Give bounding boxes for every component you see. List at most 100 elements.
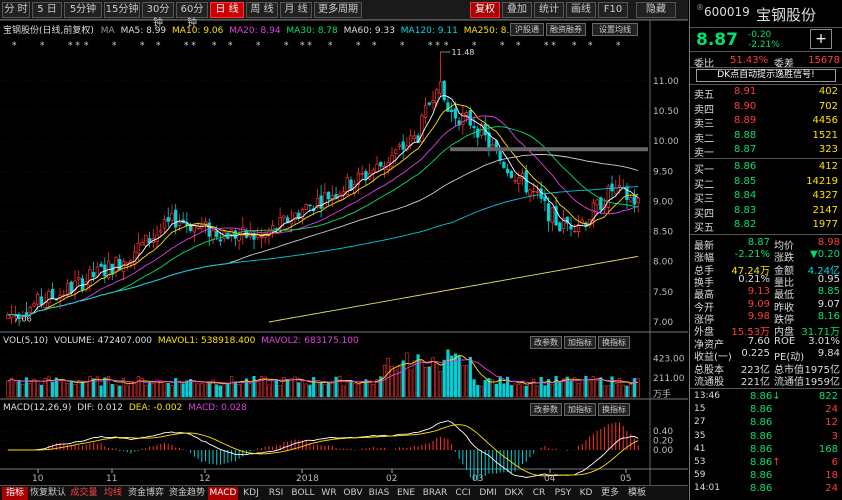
stock-code: 600019 (704, 5, 750, 19)
volume-bar (13, 381, 17, 398)
volume-bar (334, 376, 338, 398)
indicator-tab[interactable]: RSI (264, 487, 288, 500)
volume-bar (606, 385, 610, 398)
indicator-tab[interactable]: 更多 (597, 487, 623, 500)
candle-body (558, 222, 562, 232)
stats-button[interactable]: 统计 (534, 2, 564, 18)
indicator-tab[interactable]: OBV (341, 487, 365, 500)
date-tick-label: 05 (620, 474, 631, 484)
indicator-tab[interactable]: MACD (208, 487, 238, 500)
macd-name: MACD(12,26,9) (3, 403, 72, 413)
tick-time: 15 (694, 404, 706, 415)
vol-swap-indicator-button[interactable]: 换指标 (598, 336, 630, 349)
volume-bar (528, 382, 532, 398)
candle-body (170, 213, 174, 221)
indicator-tab[interactable]: 成交量 (68, 487, 100, 500)
macd-edit-params-button[interactable]: 改参数 (530, 403, 562, 416)
volume-bar (330, 380, 334, 398)
signal-star: * (228, 41, 233, 51)
candle-body (550, 207, 555, 224)
indicator-tab[interactable]: KD (576, 487, 596, 500)
indicator-tab[interactable]: 模板 (624, 487, 650, 500)
signal-star: * * (428, 41, 440, 51)
tab-5day[interactable]: 5 日 (32, 2, 62, 18)
indicator-tab[interactable]: 资金趋势 (167, 487, 207, 500)
candle-body (88, 269, 92, 286)
candle-body (379, 161, 383, 167)
tab-intraday[interactable]: 分 时 (2, 2, 30, 18)
volume-bar (58, 381, 62, 398)
fund-value: 0.225 (741, 348, 770, 360)
tab-monthly[interactable]: 月 线 (280, 2, 312, 18)
signal-star: * * (544, 41, 556, 51)
volume-bar (461, 365, 465, 398)
indicator-tab[interactable]: 均线 (101, 487, 125, 500)
indicator-tab[interactable]: 资金博弈 (126, 487, 166, 500)
signal-alert-button[interactable]: DK点自动提示逸胜信号! (696, 69, 836, 82)
tick-price: 8.86↓ (750, 391, 781, 402)
macd-swap-indicator-button[interactable]: 换指标 (598, 403, 630, 416)
indicator-tab[interactable]: BIAS (366, 487, 392, 500)
indicator-tab[interactable]: KDJ (239, 487, 263, 500)
hk-connect-link[interactable]: 沪股通 (510, 23, 544, 36)
tab-60min[interactable]: 60分钟 (176, 2, 208, 29)
add-watchlist-button[interactable]: + (810, 29, 832, 49)
indicator-tab[interactable]: PSY (551, 487, 575, 500)
indicator-tab[interactable]: 恢复默认 (29, 487, 67, 500)
kline-chart-area[interactable]: 11.00 10.50 10.00 9.50 9.00 8.50 8.00 7.50 7.00 1… (0, 19, 688, 485)
indicator-tab[interactable]: ENE (393, 487, 419, 500)
volume-bar (28, 382, 32, 398)
indicator-tab[interactable]: WR (318, 487, 340, 500)
tab-15min[interactable]: 15分钟 (104, 2, 140, 18)
candle-body (617, 185, 622, 188)
candle-body (476, 128, 480, 138)
volume-bar (349, 380, 353, 398)
volume-bar (479, 385, 484, 398)
indicator-tab[interactable]: CR (528, 487, 550, 500)
margin-link[interactable]: 融资融券 (546, 23, 586, 36)
candle-body (65, 283, 70, 296)
f10-button[interactable]: F10 (598, 2, 628, 18)
volume-bar (144, 384, 148, 398)
volume-bar (110, 384, 114, 398)
set-ma-button[interactable]: 设置均线 (592, 23, 638, 36)
level-label: 买一 (694, 165, 714, 176)
hide-button[interactable]: 隐藏 (636, 2, 676, 18)
divider (690, 234, 842, 235)
tab-5min[interactable]: 5分钟 (64, 2, 102, 18)
indicator-tab[interactable]: DMI (476, 487, 500, 500)
ma60-value: MA60: 9.33 (343, 26, 395, 36)
tab-weekly[interactable]: 周 线 (246, 2, 278, 18)
candle-body (215, 230, 219, 237)
tick-price: 8.86↑ (750, 457, 781, 468)
candle-body (118, 258, 122, 271)
indicator-tab[interactable]: DKX (501, 487, 527, 500)
date-tick-label: 10 (32, 474, 44, 484)
date-tick-label: 12 (199, 474, 210, 484)
tab-more-periods[interactable]: 更多周期 (314, 2, 362, 18)
candle-body (341, 191, 346, 195)
candle-body (133, 251, 137, 265)
macd-add-indicator-button[interactable]: 加指标 (564, 403, 596, 416)
date-tick-label: 02 (386, 474, 397, 484)
indicator-tab[interactable]: BOLL (289, 487, 317, 500)
volume-bar (32, 378, 36, 398)
volume-bar (494, 383, 499, 398)
vol-add-indicator-button[interactable]: 加指标 (564, 336, 596, 349)
signal-star: * (112, 41, 117, 51)
vol-edit-params-button[interactable]: 改参数 (530, 336, 562, 349)
overlay-button[interactable]: 叠加 (502, 2, 532, 18)
indicator-tab[interactable]: 指标 (2, 487, 28, 500)
indicator-tab[interactable]: CCI (451, 487, 475, 500)
volume-bar (543, 385, 547, 398)
draw-button[interactable]: 画线 (566, 2, 596, 18)
tab-daily[interactable]: 日 线 (210, 2, 244, 18)
tab-30min[interactable]: 30分钟 (142, 2, 174, 29)
candle-body (505, 168, 510, 174)
indicator-tab[interactable]: BRAR (420, 487, 450, 500)
volume-bar (226, 383, 230, 398)
volume-bar (192, 380, 196, 398)
signal-star: * * (300, 41, 312, 51)
signal-star: * * (184, 41, 196, 51)
fuquan-button[interactable]: 复权 (470, 2, 500, 18)
